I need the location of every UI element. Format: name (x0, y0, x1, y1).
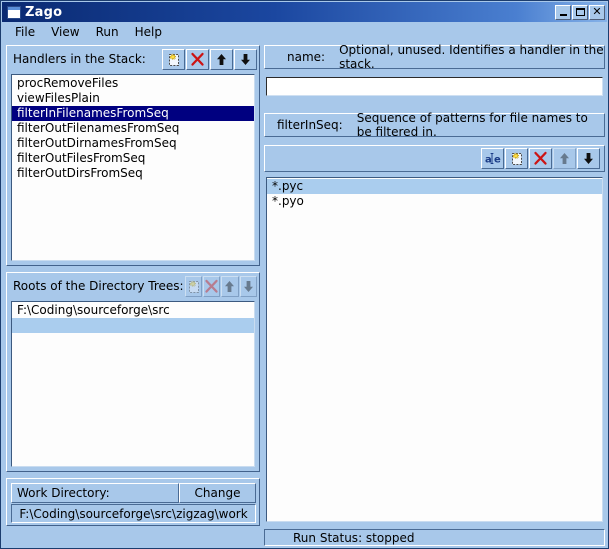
new-pattern-button[interactable] (505, 148, 528, 169)
move-pattern-up-button[interactable] (553, 148, 576, 169)
roots-panel: Roots of the Directory Trees: F:\Coding\… (6, 272, 260, 472)
move-pattern-down-button[interactable] (577, 148, 600, 169)
list-item[interactable]: *.pyo (267, 194, 602, 209)
run-status-text: Run Status: stopped (293, 530, 415, 545)
work-directory-path: F:\Coding\sourceforge\src\zigzag\work (11, 504, 256, 523)
name-input[interactable] (266, 77, 603, 96)
move-handler-up-button[interactable] (210, 48, 233, 70)
menu-item-file[interactable]: File (8, 24, 42, 40)
list-item-selected[interactable] (12, 318, 254, 333)
menu-item-view[interactable]: View (44, 24, 86, 40)
move-root-up-button[interactable] (221, 275, 239, 297)
handlers-header: Handlers in the Stack: (7, 46, 259, 72)
close-button[interactable]: ✕ (589, 4, 605, 20)
menu-item-help[interactable]: Help (128, 24, 169, 40)
work-directory-row: Work Directory: Change (11, 483, 256, 503)
work-directory-label: Work Directory: (11, 483, 179, 503)
roots-list[interactable]: F:\Coding\sourceforge\src (11, 301, 255, 467)
menu-bar: File View Run Help (2, 22, 607, 42)
move-root-down-button[interactable] (239, 275, 257, 297)
seq-field-description: filterInSeq: Sequence of patterns for fi… (264, 111, 605, 139)
list-item[interactable]: procRemoveFiles (12, 76, 254, 91)
minimize-button[interactable] (555, 4, 571, 20)
new-handler-button[interactable] (162, 48, 185, 70)
move-handler-down-button[interactable] (234, 48, 257, 70)
list-item[interactable]: F:\Coding\sourceforge\src (12, 303, 254, 318)
title-bar: Zago ✕ (2, 2, 607, 22)
change-work-directory-button[interactable]: Change (179, 483, 256, 503)
delete-pattern-button[interactable] (529, 148, 552, 169)
name-field-key: name: (287, 50, 326, 64)
seq-field-help-text: Sequence of patterns for file names to b… (356, 111, 588, 139)
seq-field-key: filterInSeq: (277, 118, 343, 132)
delete-handler-button[interactable] (186, 48, 209, 70)
handlers-panel: Handlers in the Stack: procRemoveFiles v… (6, 45, 260, 266)
name-field-help-text: Optional, unused. Identifies a handler i… (339, 43, 604, 71)
pattern-list[interactable]: *.pyc *.pyo (266, 177, 603, 522)
left-column: Handlers in the Stack: procRemoveFiles v… (6, 45, 260, 526)
list-item-selected[interactable]: *.pyc (267, 179, 602, 194)
maximize-button[interactable] (572, 4, 588, 20)
application-window: Zago ✕ File View Run Help Handlers in th… (0, 0, 609, 549)
roots-title: Roots of the Directory Trees: (13, 279, 184, 293)
work-directory-panel: Work Directory: Change F:\Coding\sourcef… (6, 478, 260, 526)
list-item-selected[interactable]: filterInFilenamesFromSeq (12, 106, 254, 121)
name-field-description: name: Optional, unused. Identifies a han… (264, 43, 605, 71)
list-item[interactable]: filterOutFilesFromSeq (12, 151, 254, 166)
list-item[interactable]: filterOutDirsFromSeq (12, 166, 254, 181)
edit-pattern-button[interactable]: a e (481, 148, 504, 169)
app-window-icon (7, 5, 21, 19)
delete-root-button[interactable] (202, 275, 221, 297)
seq-toolbar: a e (264, 145, 605, 172)
list-item[interactable]: filterOutDirnamesFromSeq (12, 136, 254, 151)
roots-header: Roots of the Directory Trees: (7, 273, 259, 299)
new-root-button[interactable] (184, 275, 202, 297)
list-item[interactable]: viewFilesPlain (12, 91, 254, 106)
list-item[interactable]: filterOutFilenamesFromSeq (12, 121, 254, 136)
window-title: Zago (25, 4, 63, 20)
handlers-list[interactable]: procRemoveFiles viewFilesPlain filterInF… (11, 74, 255, 261)
handlers-title: Handlers in the Stack: (13, 52, 146, 66)
detail-column: name: Optional, unused. Identifies a han… (264, 43, 605, 526)
menu-item-run[interactable]: Run (89, 24, 126, 40)
status-bar: Run Status: stopped (264, 529, 605, 546)
svg-text:e: e (494, 155, 501, 166)
